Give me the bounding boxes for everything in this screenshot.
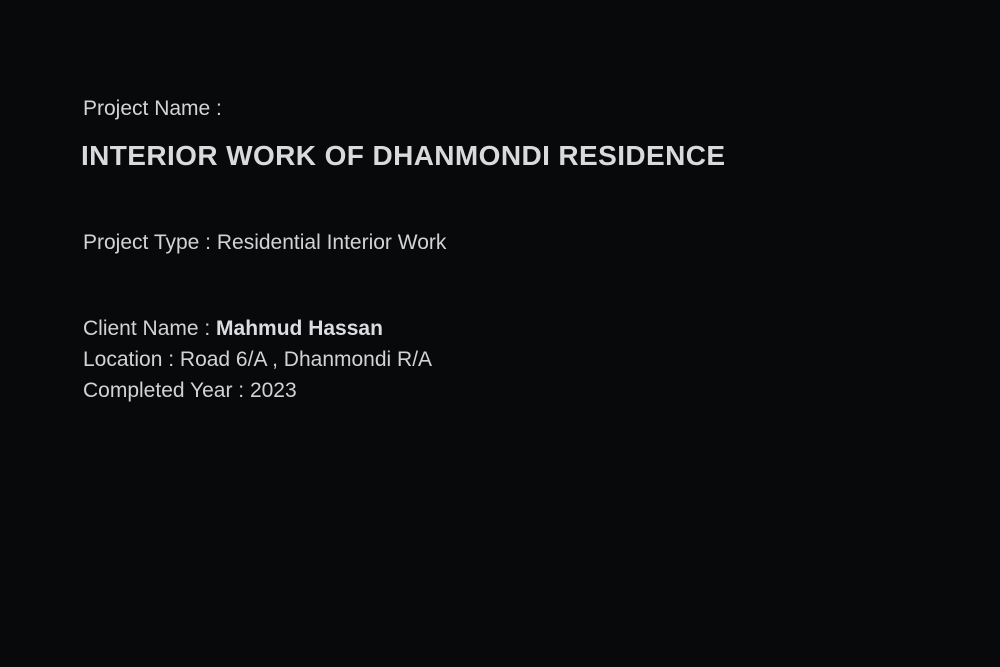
client-name-value: Mahmud Hassan <box>216 317 383 340</box>
project-details: Client Name : Mahmud Hassan Location : R… <box>83 313 432 406</box>
client-name-line: Client Name : Mahmud Hassan <box>83 313 432 344</box>
completed-year-line: Completed Year : 2023 <box>83 379 297 402</box>
project-title: INTERIOR WORK OF DHANMONDI RESIDENCE <box>81 140 726 171</box>
project-name-label: Project Name : <box>83 97 222 120</box>
location-line: Location : Road 6/A , Dhanmondi R/A <box>83 348 433 371</box>
client-name-label: Client Name : <box>83 317 217 340</box>
project-info-sheet: Project Name : INTERIOR WORK OF DHANMOND… <box>0 0 1000 667</box>
project-type-line: Project Type : Residential Interior Work <box>83 231 447 254</box>
